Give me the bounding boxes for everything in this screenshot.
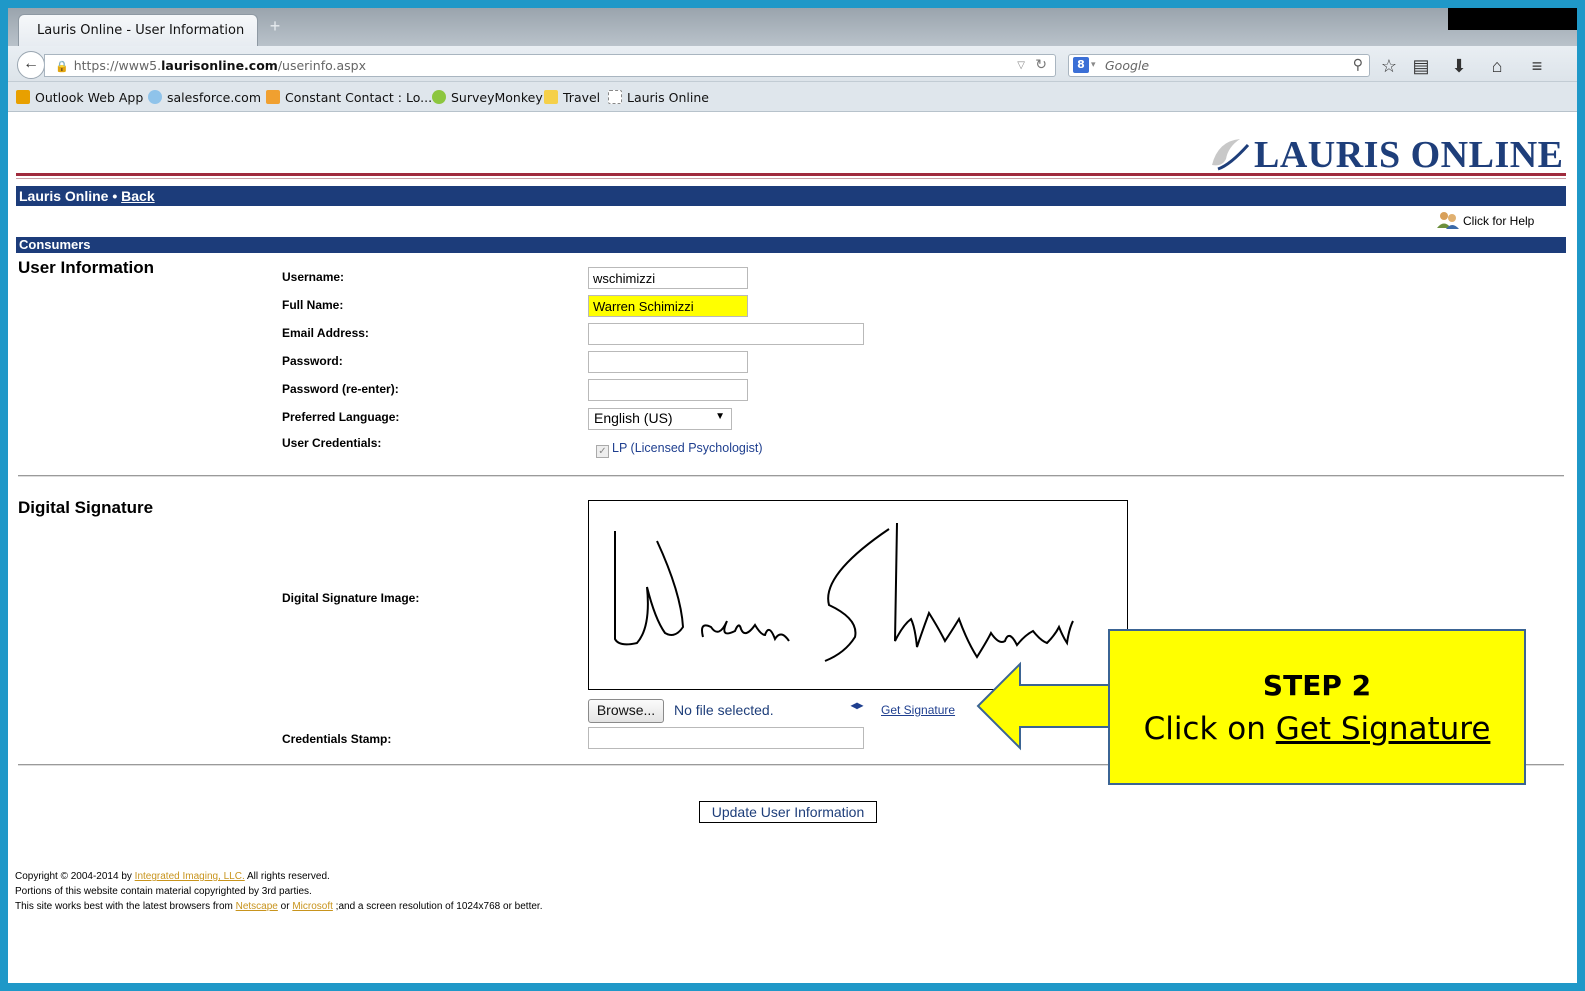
get-signature-link[interactable]: Get Signature <box>881 703 955 717</box>
callout-link-text: Get Signature <box>1275 711 1491 747</box>
language-select[interactable]: English (US) ▼ <box>588 408 732 430</box>
bookmarks-bar: Outlook Web App salesforce.com Constant … <box>8 82 1577 112</box>
signature-image-label: Digital Signature Image: <box>282 591 420 605</box>
credentials-stamp-label: Credentials Stamp: <box>282 732 392 746</box>
nav-breadcrumb: Lauris Online • Back <box>16 186 1566 206</box>
url-dropdown-icon[interactable]: ▽ <box>1017 55 1025 76</box>
no-file-text: No file selected. <box>674 702 774 718</box>
lock-icon: 🔒 <box>55 60 69 73</box>
breadcrumb-home: Lauris Online • <box>19 188 122 204</box>
salesforce-icon <box>148 90 162 104</box>
url-domain: laurisonline.com <box>161 58 278 73</box>
logo-swirl-icon <box>1212 139 1250 171</box>
username-label: Username: <box>282 270 345 284</box>
help-link[interactable]: Click for Help <box>1436 211 1534 229</box>
search-engine-dropdown-icon[interactable]: ▾ <box>1091 55 1096 76</box>
header-divider-thin <box>16 178 1566 179</box>
star-bookmark-icon[interactable]: ☆ <box>1378 55 1400 77</box>
browser-window: Lauris Online - User Information + ← 🔒 ht… <box>8 8 1577 983</box>
bookmark-surveymonkey[interactable]: SurveyMonkey <box>432 90 543 105</box>
tab-bar: Lauris Online - User Information + <box>8 8 1577 46</box>
username-input[interactable] <box>588 267 748 289</box>
surveymonkey-icon <box>432 90 446 104</box>
browser-tab[interactable]: Lauris Online - User Information <box>18 14 258 46</box>
section-bar-label: Consumers <box>19 237 91 252</box>
search-placeholder: Google <box>1105 58 1150 73</box>
chevron-down-icon: ▼ <box>715 411 725 422</box>
password-label: Password: <box>282 354 343 368</box>
user-information-title: User Information <box>18 258 155 277</box>
credentials-label: User Credentials: <box>282 436 382 450</box>
update-user-information-button[interactable]: Update User Information <box>699 801 877 823</box>
callout-instruction: Click on Get Signature <box>1143 711 1491 747</box>
tutorial-callout: STEP 2 Click on Get Signature <box>1108 629 1526 785</box>
tab-title: Lauris Online - User Information <box>37 23 245 38</box>
download-icon[interactable]: ⬇ <box>1448 55 1470 77</box>
email-input[interactable] <box>588 323 864 345</box>
bookmark-travel[interactable]: Travel <box>544 90 600 105</box>
constant-contact-icon <box>266 90 280 104</box>
email-label: Email Address: <box>282 326 369 340</box>
people-help-icon <box>1437 212 1459 229</box>
search-icon[interactable]: ⚲ <box>1353 55 1363 76</box>
password-input[interactable] <box>588 351 748 373</box>
navigation-bar: ← 🔒 https://www5.laurisonline.com/userinf… <box>8 46 1577 82</box>
address-bar[interactable]: 🔒 https://www5.laurisonline.com/userinfo.… <box>44 54 1056 77</box>
new-tab-button[interactable]: + <box>266 17 284 35</box>
language-label: Preferred Language: <box>282 410 400 424</box>
credential-checkbox-item[interactable]: ✓ LP (Licensed Psychologist) <box>596 441 763 458</box>
reload-icon[interactable]: ↻ <box>1035 55 1047 76</box>
password-reenter-input[interactable] <box>588 379 748 401</box>
reading-list-icon[interactable]: ▤ <box>1410 55 1432 77</box>
integrated-imaging-link[interactable]: Integrated Imaging, LLC. <box>135 871 245 882</box>
outlook-icon <box>16 90 30 104</box>
url-prefix: https://www5. <box>73 58 162 73</box>
callout-step: STEP 2 <box>1262 669 1372 702</box>
fullname-label: Full Name: <box>282 298 344 312</box>
footer-portions: Portions of this website contain materia… <box>15 886 312 897</box>
browse-button[interactable]: Browse... <box>588 699 664 723</box>
checkbox-checked-icon[interactable]: ✓ <box>596 445 609 458</box>
language-value: English (US) <box>594 410 673 426</box>
callout-arrow <box>976 661 1115 751</box>
section-divider <box>18 475 1564 477</box>
microsoft-link[interactable]: Microsoft <box>292 901 333 912</box>
bookmark-lauris-online[interactable]: Lauris Online <box>608 90 709 105</box>
credentials-stamp-input[interactable] <box>588 727 864 749</box>
digital-signature-title: Digital Signature <box>18 498 154 517</box>
arrows-exchange-icon[interactable]: ◂▸ <box>851 698 863 712</box>
header-divider <box>16 173 1566 176</box>
bookmark-constant-contact[interactable]: Constant Contact : Lo... <box>266 90 432 105</box>
credential-value: LP (Licensed Psychologist) <box>612 441 763 455</box>
home-icon[interactable]: ⌂ <box>1486 55 1508 77</box>
google-icon[interactable]: 8 <box>1073 57 1089 73</box>
search-box[interactable]: 8 ▾ Google ⚲ <box>1068 54 1370 77</box>
netscape-link[interactable]: Netscape <box>236 901 278 912</box>
footer-copyright: Copyright © 2004-2014 by Integrated Imag… <box>15 871 330 882</box>
back-link[interactable]: Back <box>121 188 154 204</box>
menu-icon[interactable]: ≡ <box>1526 55 1548 77</box>
bookmark-outlook[interactable]: Outlook Web App <box>16 90 143 105</box>
lauris-logo: LAURIS ONLINE <box>1208 133 1568 176</box>
password-reenter-label: Password (re-enter): <box>282 382 399 396</box>
bookmark-salesforce[interactable]: salesforce.com <box>148 90 261 105</box>
page-icon <box>608 90 622 104</box>
section-bar: Consumers <box>16 237 1566 253</box>
back-arrow-icon[interactable]: ← <box>17 51 45 79</box>
footer: Copyright © 2004-2014 by Integrated Imag… <box>15 869 542 914</box>
footer-browsers: This site works best with the latest bro… <box>15 901 543 912</box>
logo-text: LAURIS ONLINE <box>1254 134 1564 176</box>
folder-icon <box>544 90 558 104</box>
fullname-input[interactable] <box>588 295 748 317</box>
url-path: /userinfo.aspx <box>277 58 367 73</box>
redacted-area <box>1448 8 1577 30</box>
